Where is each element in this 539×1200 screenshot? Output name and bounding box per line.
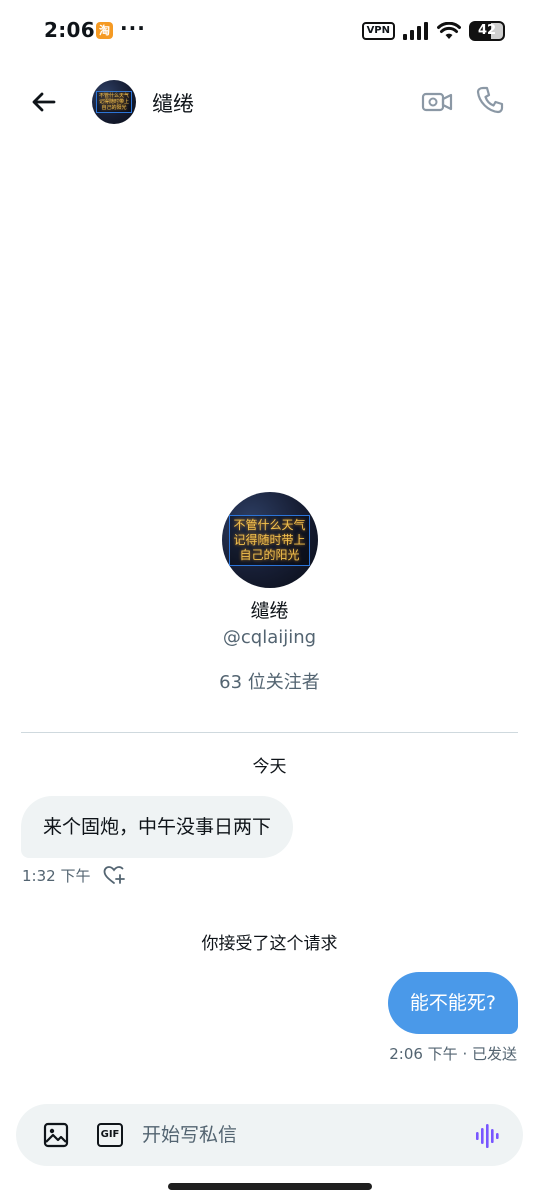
request-accepted-note: 你接受了这个请求 xyxy=(201,934,338,954)
battery-icon: 42 xyxy=(469,21,505,41)
vpn-icon: VPN xyxy=(361,22,395,40)
back-arrow-icon[interactable] xyxy=(28,86,60,118)
status-time: 2:06 xyxy=(44,18,95,42)
home-indicator[interactable] xyxy=(168,1183,372,1190)
profile-name[interactable]: 缱绻 xyxy=(0,596,539,623)
status-indicators: VPN 42 xyxy=(361,20,505,42)
incoming-message-time: 1:32 下午 xyxy=(22,866,91,885)
taobao-notification-icon: 淘 xyxy=(96,22,113,39)
add-reaction-heart-icon[interactable] xyxy=(102,864,126,886)
incoming-message-bubble[interactable]: 来个固炮，中午没事日两下 xyxy=(21,796,294,858)
image-icon[interactable] xyxy=(43,1122,69,1148)
battery-level: 42 xyxy=(477,23,497,38)
incoming-message-meta: 1:32 下午 xyxy=(22,864,126,886)
outgoing-message-meta: 2:06 下午 · 已发送 xyxy=(389,1045,517,1063)
status-bar: 2:06 淘 ··· VPN 42 xyxy=(0,0,539,60)
video-call-icon[interactable] xyxy=(420,86,454,118)
voice-message-icon[interactable] xyxy=(474,1122,502,1150)
message-composer: GIF xyxy=(16,1104,523,1166)
header-avatar[interactable]: 不管什么天气 记得随时带上 自己的阳光 xyxy=(92,80,136,124)
wifi-icon xyxy=(437,22,461,39)
signal-icon xyxy=(403,22,428,40)
profile-handle[interactable]: @cqlaijing xyxy=(0,627,539,648)
message-input[interactable] xyxy=(142,1117,452,1153)
profile-avatar[interactable]: 不管什么天气 记得随时带上 自己的阳光 xyxy=(221,492,318,588)
gif-button[interactable]: GIF xyxy=(97,1123,123,1147)
outgoing-message-bubble[interactable]: 能不能死? xyxy=(387,972,518,1034)
profile-followers-count[interactable]: 63 位关注者 xyxy=(0,668,539,694)
profile-card: 不管什么天气 记得随时带上 自己的阳光 缱绻 @cqlaijing 63 位关注… xyxy=(0,492,539,694)
date-separator: 今天 xyxy=(252,757,287,777)
divider xyxy=(21,732,518,733)
more-notifications-icon: ··· xyxy=(120,16,146,40)
conversation-header: 不管什么天气 记得随时带上 自己的阳光 缱绻 xyxy=(0,68,539,132)
phone-call-icon[interactable] xyxy=(474,84,506,116)
header-contact-name[interactable]: 缱绻 xyxy=(152,88,194,118)
